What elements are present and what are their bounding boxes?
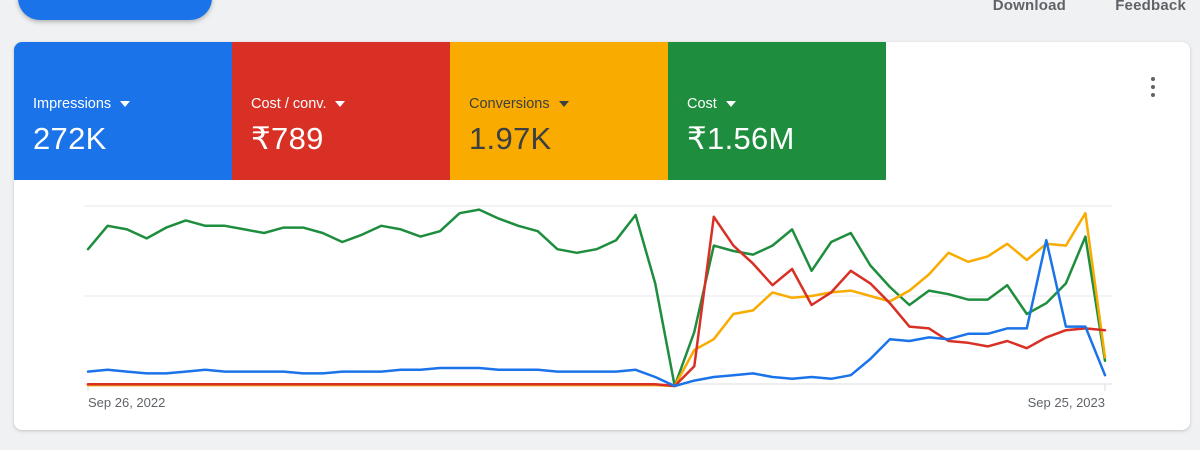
metric-card-cost[interactable]: Cost ₹1.56M [668, 42, 886, 180]
chevron-down-icon [120, 101, 130, 107]
top-bar: Download Feedback [0, 0, 1200, 40]
series-line-cost_per_conv [88, 217, 1105, 386]
series-line-impressions [88, 240, 1105, 386]
series-line-conversions [88, 213, 1105, 386]
metric-card-conversions[interactable]: Conversions 1.97K [450, 42, 668, 180]
kebab-menu-icon[interactable] [1142, 68, 1164, 106]
chart-series-group [88, 210, 1105, 386]
chevron-down-icon [335, 101, 345, 107]
x-axis-end-date: Sep 25, 2023 [1028, 395, 1105, 410]
download-button[interactable]: Download [993, 0, 1066, 14]
chevron-down-icon [559, 101, 569, 107]
metric-card-label: Conversions [469, 96, 550, 112]
chevron-down-icon [726, 101, 736, 107]
x-axis-start-date: Sep 26, 2022 [88, 395, 165, 410]
metric-card-value: ₹1.56M [687, 121, 886, 157]
metric-card-label: Cost / conv. [251, 96, 326, 112]
metric-card-impressions[interactable]: Impressions 272K [14, 42, 232, 180]
metric-card-cost-per-conv[interactable]: Cost / conv. ₹789 [232, 42, 450, 180]
feedback-button[interactable]: Feedback [1115, 0, 1186, 14]
metric-card-label: Cost [687, 96, 717, 112]
performance-chart-panel: Impressions 272K Cost / conv. ₹789 Conve… [14, 42, 1190, 430]
metric-card-value: 1.97K [469, 121, 668, 157]
series-line-cost [88, 210, 1105, 386]
metric-card-value: 272K [33, 121, 232, 157]
primary-pill-button[interactable] [18, 0, 212, 20]
metric-cards: Impressions 272K Cost / conv. ₹789 Conve… [14, 42, 886, 180]
metric-card-value: ₹789 [251, 121, 450, 157]
metric-card-label: Impressions [33, 96, 111, 112]
